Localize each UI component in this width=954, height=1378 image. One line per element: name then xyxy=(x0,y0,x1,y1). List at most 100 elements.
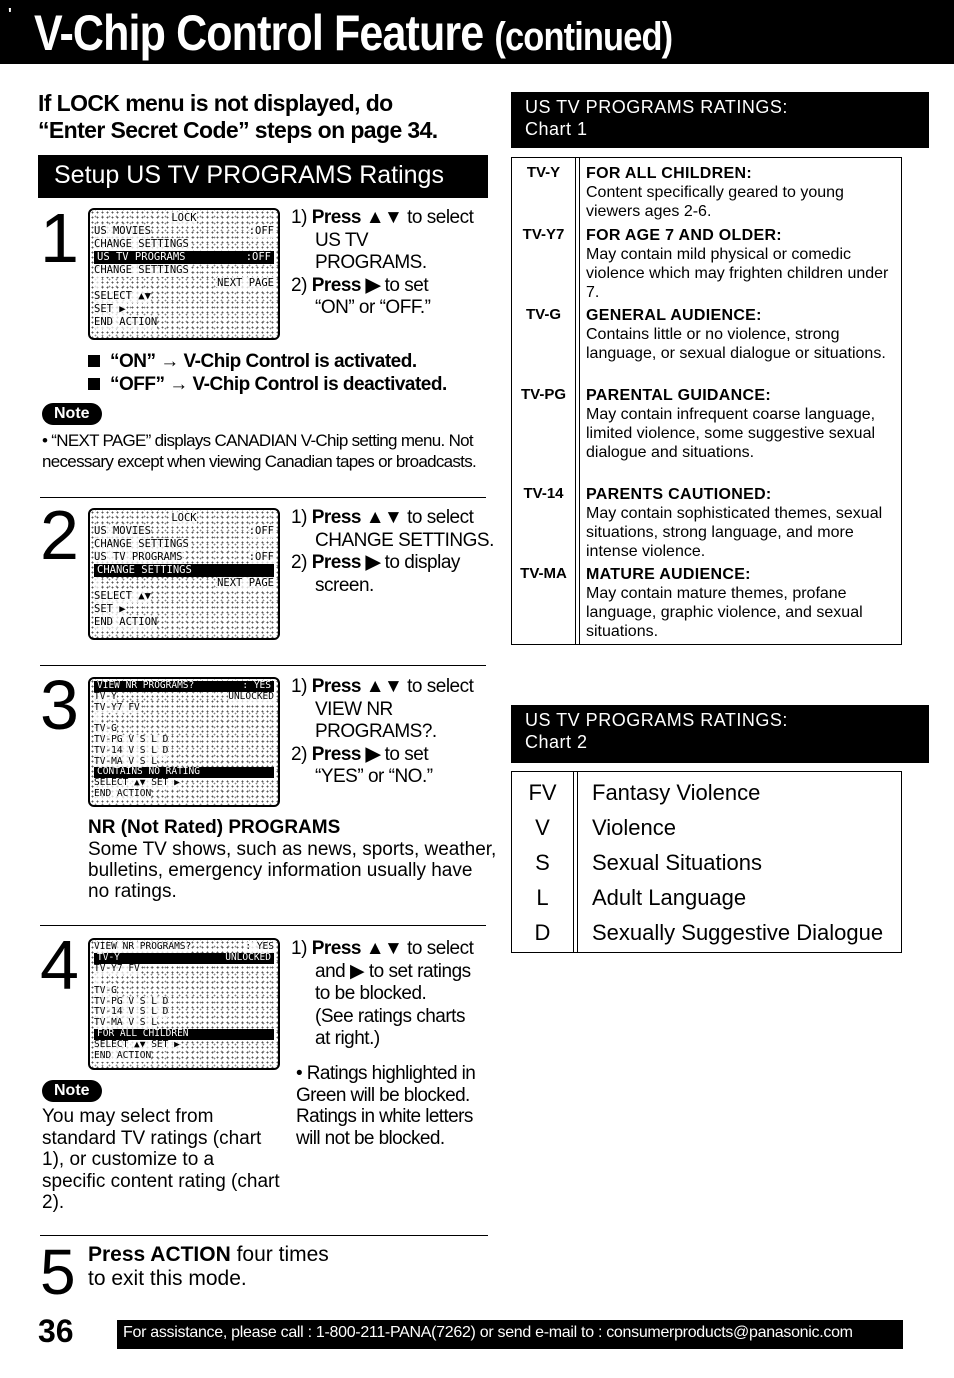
instruction-number: 1) xyxy=(291,676,312,697)
instruction-line: 1) Press ▲▼ to select xyxy=(291,507,496,530)
bullet-on: “ON” → V-Chip Control is activated. xyxy=(88,350,447,373)
instruction-text: to select xyxy=(402,938,474,959)
osd-row-label: US TV PROGRAMS xyxy=(97,251,186,263)
osd-menu-row: TV-Y UNLOCKED xyxy=(94,691,274,703)
step-5-line-2: to exit this mode. xyxy=(88,1267,247,1290)
step-1-number: 1 xyxy=(40,199,79,277)
instruction-continuation: “YES” or “NO.” xyxy=(315,766,433,787)
step-1-instructions: 1) Press ▲▼ to select US TV PROGRAMS. 2) Pr… xyxy=(291,207,496,320)
divider xyxy=(40,925,486,926)
intro-instruction: If LOCK menu is not displayed, do “Enter… xyxy=(38,90,498,144)
content-code: D xyxy=(534,920,551,945)
content-description: Sexually Suggestive Dialogue xyxy=(592,920,884,945)
rating-entry: GENERAL AUDIENCE: Contains little or no v… xyxy=(586,306,901,386)
osd-row-label: TV-Y7 FV xyxy=(94,962,140,975)
osd-row-label: SELECT ▲▼ xyxy=(94,590,151,603)
osd-menu-row: NEXT PAGE xyxy=(94,577,274,590)
rating-title: FOR ALL CHILDREN: xyxy=(586,165,752,182)
instruction-continuation: at right.) xyxy=(315,1028,380,1049)
instruction-number: 2) xyxy=(291,552,312,573)
instruction-text: to set xyxy=(379,743,429,765)
content-description: Sexual Situations xyxy=(592,850,762,875)
instruction-action: Press ▲▼ xyxy=(311,507,403,528)
osd-menu-row: END ACTION xyxy=(94,1050,274,1062)
instruction-text: to select xyxy=(402,676,474,697)
instruction-line: 2) Press ▶ to display xyxy=(291,552,496,575)
rating-entry: MATURE AUDIENCE: May contain mature theme… xyxy=(586,565,901,645)
rating-title: FOR AGE 7 AND OLDER: xyxy=(586,227,782,244)
step-1-bullets: “ON” → V-Chip Control is activated. “OFF… xyxy=(88,350,447,396)
rating-title: MATURE AUDIENCE: xyxy=(586,566,751,583)
osd-row-label: LOCK xyxy=(171,212,197,225)
rating-code: TV-Y7 xyxy=(522,226,565,243)
content-description: Fantasy Violence xyxy=(592,780,761,805)
step-5-bold: Press ACTION xyxy=(88,1243,231,1266)
rating-entry: FOR ALL CHILDREN: Content specifically ge… xyxy=(586,164,901,226)
rating-code: TV-14 xyxy=(523,485,564,502)
step-4-note-text: You may select from standard TV ratings … xyxy=(42,1106,280,1213)
step-3-osd-screen: VIEW NR PROGRAMS?: YES TV-Y UNLOCKED TV-Y7 … xyxy=(88,677,280,807)
instruction-continuation: US TV xyxy=(315,229,369,251)
instruction-line: 2) Press ▶ to set xyxy=(291,744,496,767)
instruction-continuation: PROGRAMS. xyxy=(315,252,427,273)
osd-row-label: CHANGE SETTINGS xyxy=(97,564,192,576)
osd-row-label xyxy=(94,974,100,986)
bullet-off: “OFF” → V-Chip Control is deactivated. xyxy=(88,373,447,396)
content-code: V xyxy=(535,815,550,840)
rating-entry: FOR AGE 7 AND OLDER: May contain mild phy… xyxy=(586,226,901,306)
page-subtitle: (continued) xyxy=(494,15,673,59)
rating-title: GENERAL AUDIENCE: xyxy=(586,307,762,324)
osd-row-value: :OFF xyxy=(245,251,271,263)
instruction-continuation: screen. xyxy=(315,574,374,596)
chart-1-heading: US TV PROGRAMS RATINGS: Chart 1 xyxy=(511,92,929,148)
page-title-bar: ' V-Chip Control Feature (continued) xyxy=(0,0,954,64)
osd-row-label: CHANGE SETTINGS xyxy=(94,264,189,277)
rating-entry: PARENTS CAUTIONED: May contain sophistica… xyxy=(586,485,901,565)
chart-2-title: US TV PROGRAMS RATINGS: xyxy=(525,710,788,730)
rating-code: TV-PG xyxy=(520,386,566,403)
osd-menu-row xyxy=(94,974,274,986)
osd-menu-row: TV-14 V S L D xyxy=(94,745,274,757)
osd-menu-row: CHANGE SETTINGS xyxy=(94,238,274,251)
chart-1-rating-column: TV-Y TV-Y7 TV-G TV-PG TV-14 TV-MA xyxy=(512,158,576,644)
step-4-note-badge: Note xyxy=(42,1080,102,1102)
osd-row-label: TV-Y7 FV xyxy=(94,701,140,714)
osd-menu-row: CHANGE SETTINGS xyxy=(94,264,274,277)
osd-menu-row: SET ▶ xyxy=(94,603,274,616)
rating-entry: PARENTAL GUIDANCE: May contain infrequent… xyxy=(586,386,901,485)
chart-2-subtitle: Chart 2 xyxy=(525,732,588,752)
osd-menu-row: CHANGE SETTINGS xyxy=(94,564,274,577)
step-2-instructions: 1) Press ▲▼ to select CHANGE SETTINGS. 2) … xyxy=(291,507,496,597)
instruction-text: to set xyxy=(379,274,429,296)
osd-menu-row: END ACTION xyxy=(94,316,274,329)
content-description: Violence xyxy=(592,815,676,840)
content-code: S xyxy=(535,850,550,875)
page-title-text: V-Chip Control Feature xyxy=(34,5,484,61)
content-description: Adult Language xyxy=(592,885,747,910)
instruction-action: Press ▶ xyxy=(311,743,381,765)
instruction-number: 1) xyxy=(291,207,312,228)
osd-menu-row: END ACTION xyxy=(94,616,274,629)
instruction-action: Press ▲▼ xyxy=(311,676,403,697)
rating-description: May contain mild physical or comedic vio… xyxy=(586,246,889,301)
rating-description: May contain infrequent coarse language, … xyxy=(586,406,876,461)
instruction-number: 2) xyxy=(291,274,312,296)
page-number: 36 xyxy=(38,1313,74,1349)
instruction-line: 1) Press ▲▼ to select xyxy=(291,676,496,699)
instruction-line: 2) Press ▶ to set xyxy=(291,275,496,298)
nr-text: Some TV shows, such as news, sports, wea… xyxy=(88,839,497,902)
step-4-bullet: • Ratings highlighted in Green will be b… xyxy=(296,1063,476,1149)
assistance-footer: For assistance, please call : 1-800-211-… xyxy=(117,1320,903,1349)
divider xyxy=(40,665,486,666)
chart-1-description-column: FOR ALL CHILDREN: Content specifically ge… xyxy=(579,158,901,644)
osd-row-label: SET ▶ xyxy=(94,603,126,616)
osd-row-label: END ACTION xyxy=(94,1050,152,1062)
bullet-off-text: “OFF” → V-Chip Control is deactivated. xyxy=(110,374,447,395)
osd-row-value: :OFF xyxy=(248,551,274,564)
instruction-number: 1) xyxy=(291,507,312,528)
instruction-continuation: VIEW NR xyxy=(315,698,393,720)
osd-row-label: US TV PROGRAMS xyxy=(94,551,183,564)
step-4-osd-screen: VIEW NR PROGRAMS?: YES TV-Y UNLOCKED TV-Y7 … xyxy=(88,938,280,1070)
osd-row-value: :OFF xyxy=(248,525,274,538)
note-label: Note xyxy=(42,1080,102,1102)
